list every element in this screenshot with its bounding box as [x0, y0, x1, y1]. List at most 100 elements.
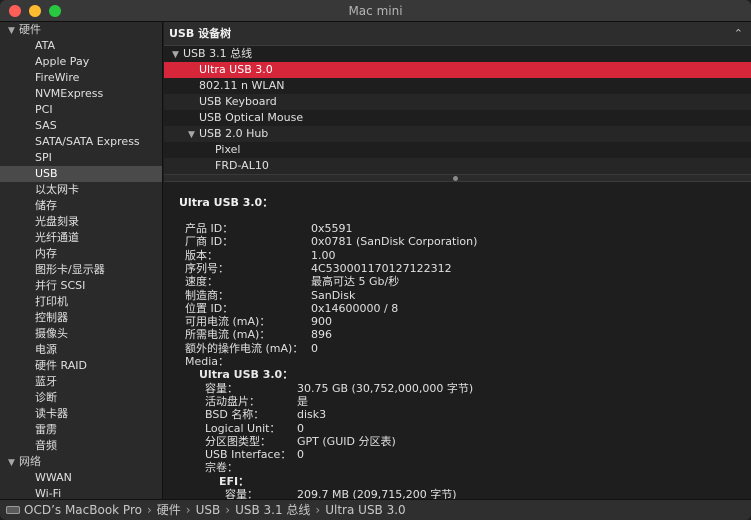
property-row: 容量： 30.75 GB (30,752,000,000 字节) [205, 382, 751, 395]
tree-row-label: Ultra USB 3.0 [199, 63, 273, 76]
sidebar-item[interactable]: SAS [0, 118, 162, 134]
path-item[interactable]: USB 3.1 总线 [235, 503, 310, 517]
tree-row[interactable]: 802.11 n WLAN [164, 78, 751, 94]
sidebar-item[interactable]: SPI [0, 150, 162, 166]
sidebar-item[interactable]: 蓝牙 [0, 374, 162, 390]
property-value: 是 [297, 394, 308, 408]
sidebar-item[interactable]: 音频 [0, 438, 162, 454]
sidebar-item[interactable]: USB [0, 166, 162, 182]
sidebar-item[interactable]: 并行 SCSI [0, 278, 162, 294]
usb-device-tree: USB 设备树 ⌃ ▼ USB 3.1 总线 Ultra USB 3.0 802.11… [164, 22, 751, 174]
sidebar-item[interactable]: SATA/SATA Express [0, 134, 162, 150]
property-key: 厂商 ID： [185, 235, 234, 249]
property-key: 活动盘片： [205, 394, 260, 408]
property-key: USB Interface： [205, 448, 292, 462]
computer-icon [6, 505, 20, 514]
property-row: 分区图类型： GPT (GUID 分区表) [205, 435, 751, 448]
property-value: 0x5591 [311, 222, 353, 235]
sidebar-item[interactable]: 光盘刻录 [0, 214, 162, 230]
sidebar: ▼ 硬件 ATA Apple Pay FireWire NVMExpress PCI SAS S… [0, 22, 163, 499]
property-key: 位置 ID： [185, 301, 234, 315]
sidebar-item[interactable]: 读卡器 [0, 406, 162, 422]
media-label: Media： [185, 355, 230, 368]
disclosure-triangle-icon[interactable]: ▼ [8, 23, 19, 39]
disclosure-triangle-icon[interactable]: ▼ [8, 455, 19, 471]
sidebar-item[interactable]: 控制器 [0, 310, 162, 326]
path-item[interactable]: USB [196, 503, 221, 517]
sidebar-group-network[interactable]: ▼ 网络 [0, 454, 162, 470]
sidebar-item[interactable]: 内存 [0, 246, 162, 262]
property-row: 活动盘片： 是 [205, 395, 751, 408]
sidebar-item[interactable]: ATA [0, 38, 162, 54]
title-bar: Mac mini [0, 0, 751, 22]
property-row: 容量： 209.7 MB (209,715,200 字节) [225, 488, 751, 499]
sidebar-item[interactable]: 电源 [0, 342, 162, 358]
property-key: 速度： [185, 275, 218, 289]
collapse-chevron-icon[interactable]: ⌃ [734, 22, 743, 46]
tree-row-label: USB Optical Mouse [199, 111, 304, 124]
tree-row[interactable]: Ultra USB 3.0 [164, 62, 751, 78]
property-key: 容量： [205, 381, 238, 395]
tree-header-label: USB 设备树 [169, 27, 232, 40]
volume-name: EFI： [219, 474, 250, 488]
pane-splitter[interactable] [164, 174, 751, 182]
sidebar-item[interactable]: 以太网卡 [0, 182, 162, 198]
sidebar-item[interactable]: PCI [0, 102, 162, 118]
property-value: 30.75 GB (30,752,000,000 字节) [297, 381, 474, 395]
sidebar-item[interactable]: 图形卡/显示器 [0, 262, 162, 278]
tree-header[interactable]: USB 设备树 ⌃ [164, 22, 751, 46]
sidebar-item[interactable]: 摄像头 [0, 326, 162, 342]
sidebar-item[interactable]: 硬件 RAID [0, 358, 162, 374]
disclosure-triangle-icon[interactable]: ▼ [172, 47, 183, 63]
property-row: 速度： 最高可达 5 Gb/秒 [185, 275, 751, 288]
tree-row-label: USB Keyboard [199, 95, 277, 108]
path-separator-icon: › [315, 503, 321, 517]
media-device-name: Ultra USB 3.0： [199, 368, 294, 382]
sidebar-group-hardware[interactable]: ▼ 硬件 [0, 22, 162, 38]
property-key: 分区图类型： [205, 434, 271, 448]
property-row: 厂商 ID： 0x0781 (SanDisk Corporation) [185, 235, 751, 248]
sidebar-item[interactable]: 储存 [0, 198, 162, 214]
sidebar-item[interactable]: WWAN [0, 470, 162, 486]
property-key: BSD 名称： [205, 408, 265, 422]
tree-row[interactable]: USB Optical Mouse [164, 110, 751, 126]
sidebar-item[interactable]: 打印机 [0, 294, 162, 310]
property-value: 4C530001170127122312 [311, 261, 452, 275]
property-key: 序列号： [185, 261, 229, 275]
tree-row-label: USB 2.0 Hub [199, 127, 269, 140]
tree-row[interactable]: ▼ USB 3.1 总线 [164, 46, 751, 62]
property-value: 209.7 MB (209,715,200 字节) [297, 488, 457, 499]
detail-title: Ultra USB 3.0： [179, 196, 274, 209]
tree-row[interactable]: FRD-AL10 [164, 158, 751, 174]
property-key: Logical Unit： [205, 421, 281, 435]
sidebar-item[interactable]: Apple Pay [0, 54, 162, 70]
property-value: 最高可达 5 Gb/秒 [311, 275, 400, 289]
window-title: Mac mini [348, 4, 403, 18]
tree-row[interactable]: Pixel [164, 142, 751, 158]
sidebar-item[interactable]: 雷雳 [0, 422, 162, 438]
path-item[interactable]: Ultra USB 3.0 [325, 503, 405, 517]
tree-row[interactable]: USB Keyboard [164, 94, 751, 110]
disclosure-triangle-icon[interactable]: ▼ [188, 127, 199, 143]
property-value: disk3 [297, 408, 327, 422]
tree-row-label: FRD-AL10 [215, 159, 269, 172]
property-row: 制造商： SanDisk [185, 289, 751, 302]
property-row: USB Interface： 0 [205, 448, 751, 461]
tree-row[interactable]: ▼ USB 2.0 Hub [164, 126, 751, 142]
sidebar-item[interactable]: 诊断 [0, 390, 162, 406]
property-value: 0 [297, 421, 304, 435]
sidebar-item[interactable]: 光纤通道 [0, 230, 162, 246]
splitter-handle-icon[interactable] [453, 176, 458, 181]
sidebar-item[interactable]: Wi-Fi [0, 486, 162, 499]
sidebar-item[interactable]: FireWire [0, 70, 162, 86]
path-item[interactable]: OCD’s MacBook Pro [24, 503, 142, 517]
property-key: 额外的操作电流 (mA)： [185, 341, 304, 355]
property-row: 位置 ID： 0x14600000 / 8 [185, 302, 751, 315]
property-row: 可用电流 (mA)： 900 [185, 315, 751, 328]
path-item[interactable]: 硬件 [157, 503, 181, 517]
property-value: 1.00 [311, 248, 336, 262]
sidebar-item[interactable]: NVMExpress [0, 86, 162, 102]
property-row: Logical Unit： 0 [205, 422, 751, 435]
property-row: BSD 名称： disk3 [205, 408, 751, 421]
property-key: 产品 ID： [185, 222, 234, 235]
